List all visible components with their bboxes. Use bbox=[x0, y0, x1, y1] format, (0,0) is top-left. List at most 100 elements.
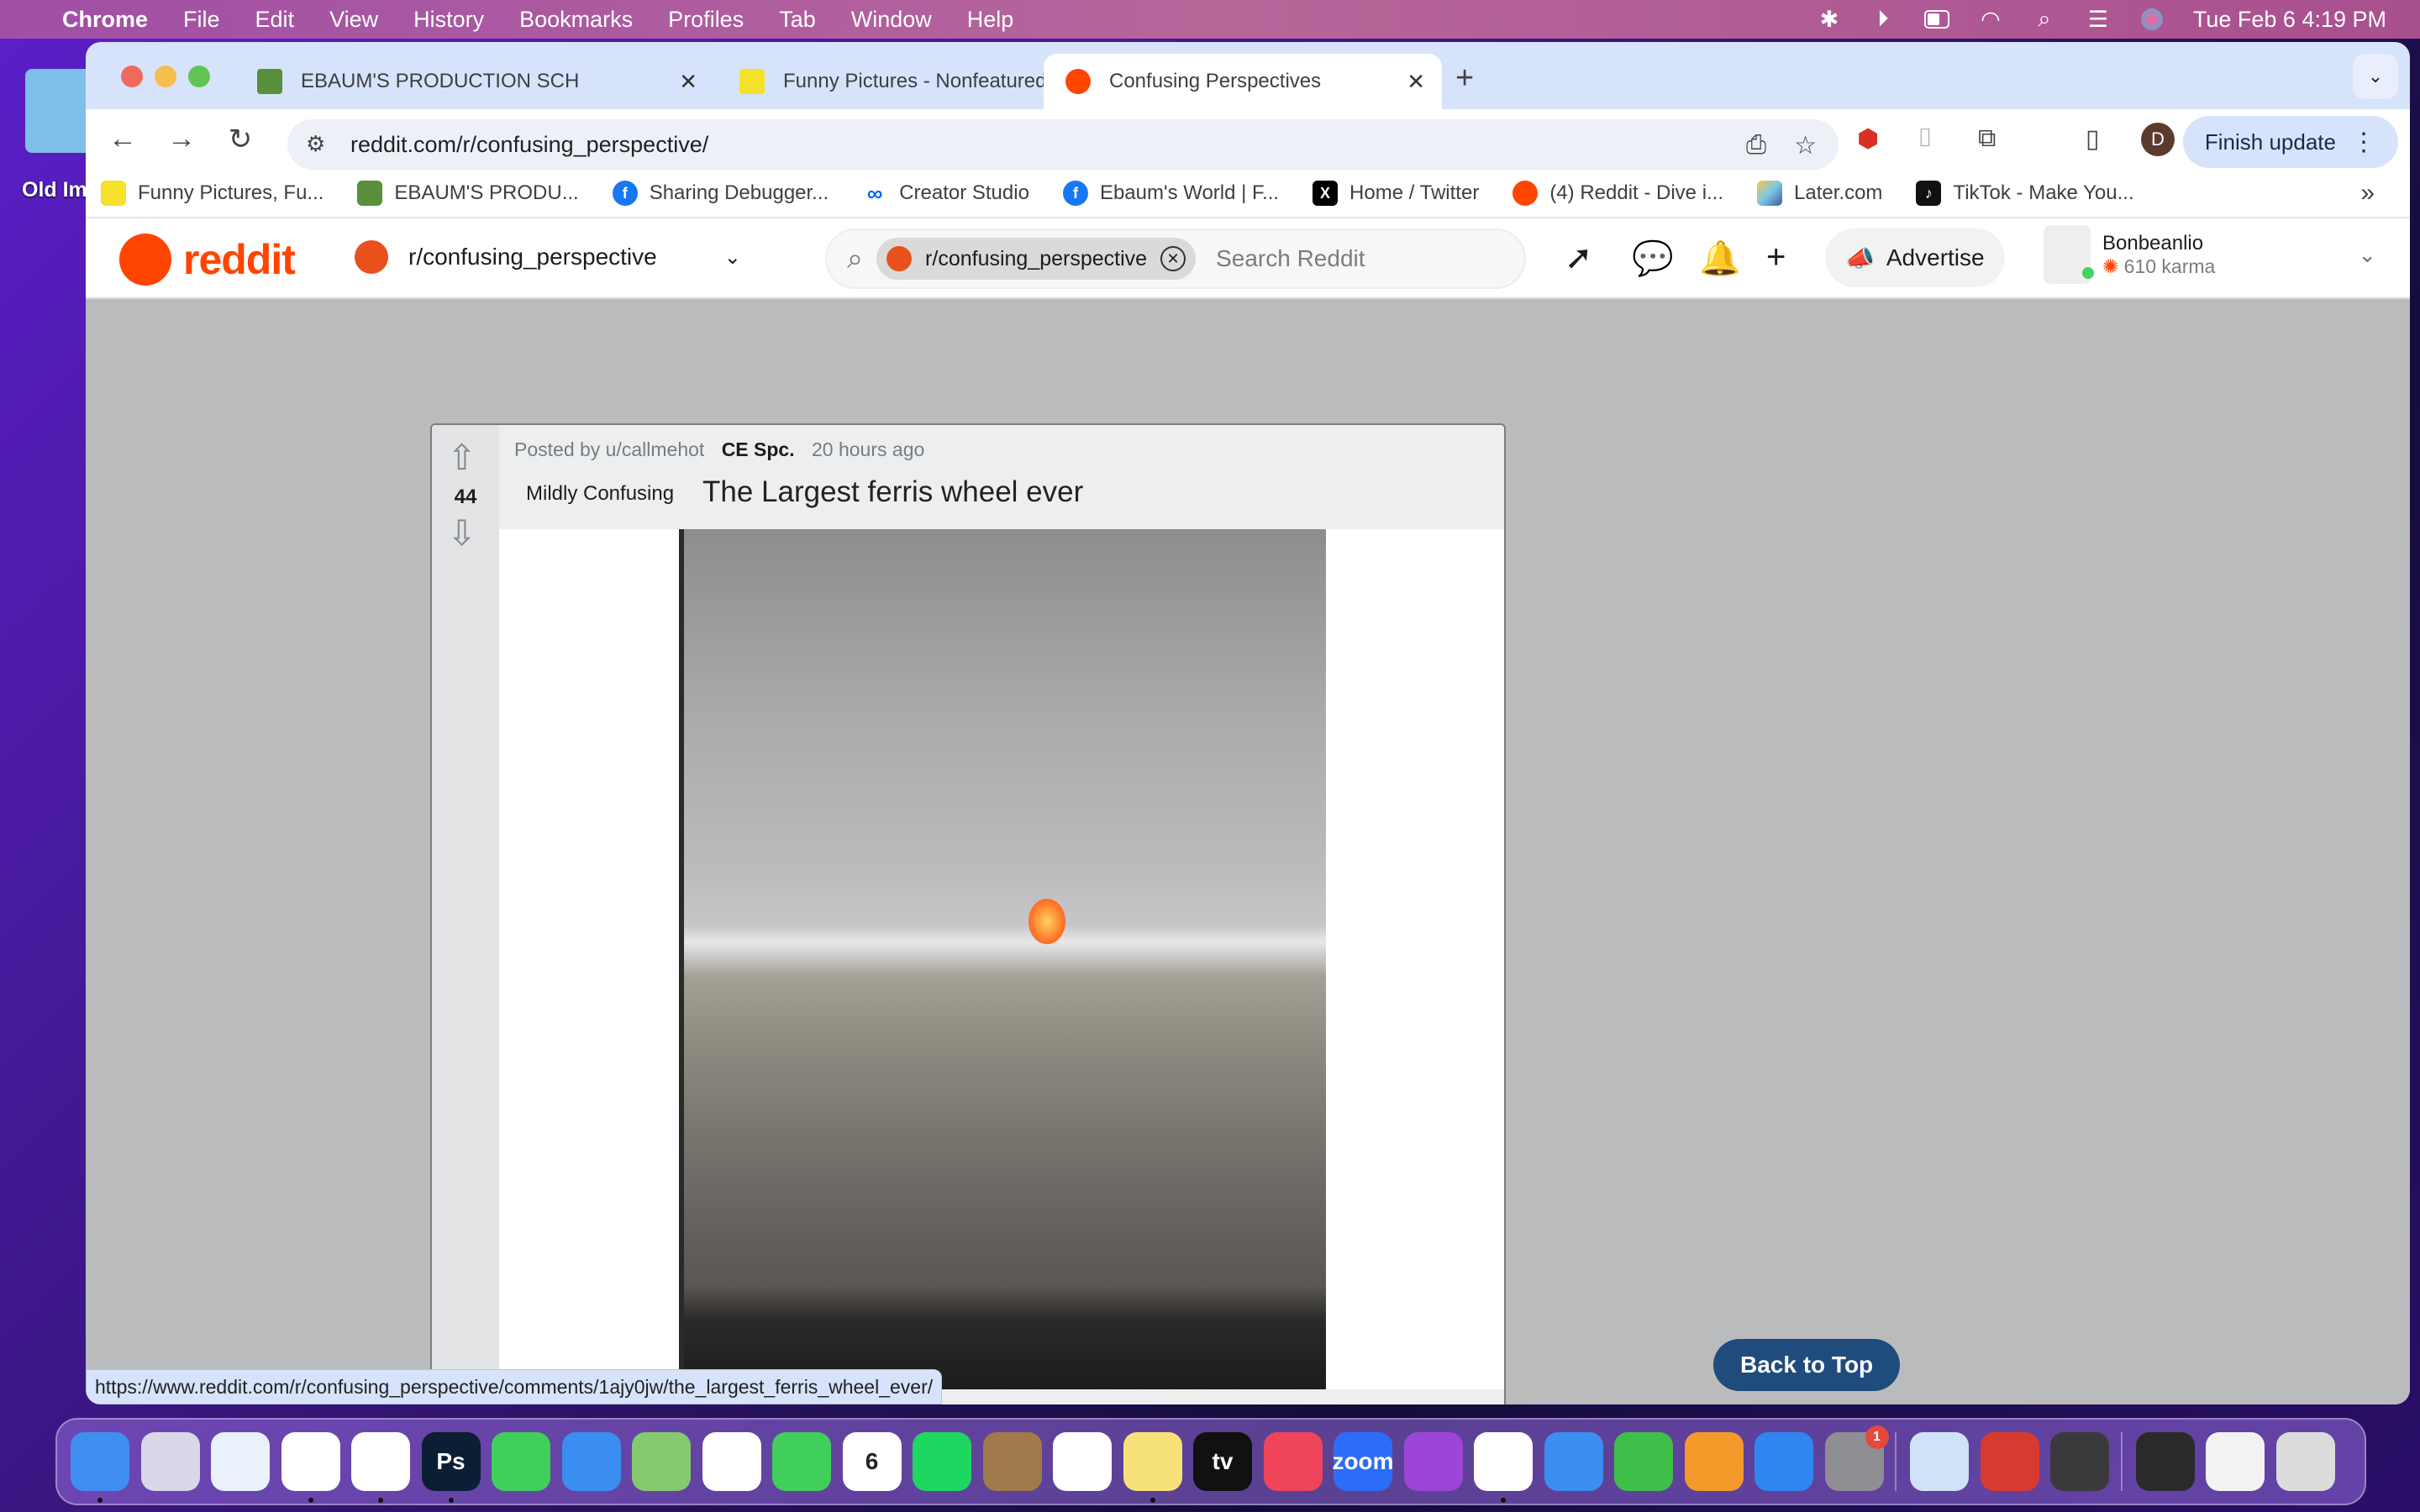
dock-calendar-icon[interactable]: 6 bbox=[842, 1432, 902, 1491]
dock-podcasts-icon[interactable] bbox=[1403, 1432, 1463, 1491]
dock-zoom-icon[interactable]: zoom bbox=[1332, 1432, 1394, 1491]
tab-confusing-perspectives[interactable]: Confusing Perspectives ✕ bbox=[1044, 54, 1442, 109]
bookmark-sharing-debugger[interactable]: f Sharing Debugger... bbox=[612, 181, 829, 206]
upvote-arrow-icon[interactable]: ⇧ bbox=[447, 437, 476, 478]
finish-update-button[interactable]: Finish update ⋮ bbox=[2182, 116, 2398, 168]
close-tab-icon[interactable]: ✕ bbox=[679, 69, 697, 95]
dock-photoshop-icon[interactable]: Ps bbox=[421, 1432, 481, 1503]
dock-maps-icon[interactable] bbox=[632, 1432, 691, 1491]
dock-finder-icon[interactable] bbox=[71, 1432, 129, 1503]
dock-numbers-icon[interactable] bbox=[1614, 1432, 1673, 1491]
dock-news-icon[interactable] bbox=[1474, 1432, 1533, 1503]
post-image[interactable] bbox=[679, 529, 1326, 1389]
tab-ebaums-production[interactable]: EBAUM'S PRODUCTION SCH ✕ bbox=[235, 54, 714, 109]
menu-window[interactable]: Window bbox=[851, 7, 932, 33]
extensions-puzzle-icon[interactable]: ⧉ bbox=[1978, 124, 1996, 153]
menu-app-name[interactable]: Chrome bbox=[62, 7, 148, 33]
dock-contacts-icon[interactable] bbox=[982, 1432, 1042, 1491]
bookmark-funny-pictures[interactable]: Funny Pictures, Fu... bbox=[101, 181, 324, 206]
dock-photo-booth-icon[interactable] bbox=[1980, 1432, 2039, 1491]
tab-search-chevron-icon[interactable]: ⌄ bbox=[2353, 54, 2398, 99]
camera-extension-icon[interactable]: ⌷ bbox=[1918, 124, 1933, 153]
dock-launchpad-icon[interactable] bbox=[140, 1432, 200, 1491]
bookmark-later[interactable]: Later.com bbox=[1757, 181, 1882, 206]
menu-file[interactable]: File bbox=[183, 7, 220, 33]
bookmark-ebaums-produ[interactable]: EBAUM'S PRODU... bbox=[357, 181, 579, 206]
clear-chip-icon[interactable]: ✕ bbox=[1160, 246, 1186, 271]
control-center-icon[interactable]: ☰ bbox=[2086, 7, 2111, 32]
dock-keynote-icon[interactable] bbox=[1544, 1432, 1603, 1491]
close-tab-icon[interactable]: ✕ bbox=[1407, 69, 1425, 95]
bookmark-twitter[interactable]: X Home / Twitter bbox=[1313, 181, 1479, 206]
post-media[interactable] bbox=[499, 529, 1504, 1389]
bookmark-tiktok[interactable]: ♪ TikTok - Make You... bbox=[1916, 181, 2134, 206]
posted-by[interactable]: Posted by u/callmehot bbox=[514, 438, 704, 460]
menu-edit[interactable]: Edit bbox=[255, 7, 295, 33]
address-url[interactable]: reddit.com/r/confusing_perspective/ bbox=[350, 132, 708, 158]
popular-arrow-icon[interactable]: ➚ bbox=[1565, 239, 1593, 277]
battery-icon[interactable] bbox=[1923, 7, 1949, 32]
dock-apple-tv-icon[interactable]: tv bbox=[1193, 1432, 1252, 1491]
bookmark-reddit[interactable]: (4) Reddit - Dive i... bbox=[1512, 181, 1723, 206]
dock-system-settings-icon[interactable]: 1 bbox=[1824, 1425, 1889, 1491]
zoom-window-button[interactable] bbox=[188, 66, 210, 87]
dock-trash-icon[interactable] bbox=[2275, 1432, 2335, 1491]
dock-photoshop-document-icon[interactable] bbox=[2135, 1432, 2195, 1491]
menu-profiles[interactable]: Profiles bbox=[668, 7, 744, 33]
user-menu[interactable]: Bonbeanlio ✺ 610 karma ⌄ bbox=[2044, 225, 2376, 284]
advertise-button[interactable]: 📣 Advertise bbox=[1825, 228, 2005, 287]
post-title[interactable]: The Largest ferris wheel ever bbox=[702, 475, 1083, 509]
community-selector[interactable]: r/confusing_perspective ⌄ bbox=[355, 240, 741, 274]
dock-spotify-icon[interactable] bbox=[913, 1432, 971, 1491]
dock-pages-icon[interactable] bbox=[1684, 1432, 1744, 1491]
chat-icon[interactable]: 💬 bbox=[1632, 239, 1674, 278]
dock-chrome-window-icon[interactable] bbox=[2206, 1432, 2265, 1491]
back-to-top-button[interactable]: Back to Top bbox=[1713, 1339, 1901, 1391]
menu-tab[interactable]: Tab bbox=[779, 7, 816, 33]
adblock-icon[interactable]: ⬢ bbox=[1857, 124, 1879, 154]
side-panel-icon[interactable]: ▯ bbox=[2086, 124, 2100, 154]
bookmark-ebaums-world[interactable]: f Ebaum's World | F... bbox=[1062, 181, 1279, 206]
create-post-plus-icon[interactable]: + bbox=[1766, 239, 1786, 276]
profile-avatar[interactable]: D bbox=[2141, 123, 2175, 156]
reddit-logo[interactable]: reddit bbox=[119, 234, 296, 286]
dock-photos-icon[interactable] bbox=[702, 1432, 761, 1491]
dock-messages-icon[interactable] bbox=[492, 1432, 550, 1491]
post-card[interactable]: ⇧ 44 ⇩ Posted by u/callmehot CE Spc. 20 … bbox=[430, 423, 1506, 1404]
post-flair[interactable]: Mildly Confusing bbox=[526, 482, 674, 506]
siri-icon[interactable] bbox=[2139, 7, 2165, 32]
more-bookmarks-chevron-icon[interactable]: » bbox=[2360, 179, 2375, 207]
dock-reminders-icon[interactable] bbox=[1053, 1432, 1112, 1491]
menu-view[interactable]: View bbox=[329, 7, 378, 33]
bookmark-star-icon[interactable]: ☆ bbox=[1794, 131, 1817, 160]
menu-help[interactable]: Help bbox=[967, 7, 1014, 33]
post-time[interactable]: 20 hours ago bbox=[812, 438, 924, 460]
clock[interactable]: Tue Feb 6 4:19 PM bbox=[2193, 7, 2386, 33]
menu-history[interactable]: History bbox=[413, 7, 484, 33]
search-community-chip[interactable]: r/confusing_perspective ✕ bbox=[876, 238, 1197, 280]
search-input[interactable]: Search Reddit bbox=[1216, 245, 1365, 272]
dock-notes-icon[interactable] bbox=[1123, 1432, 1182, 1503]
install-app-icon[interactable]: ⎙ bbox=[1746, 131, 1766, 160]
reload-icon[interactable]: ↻ bbox=[224, 123, 257, 156]
dock-facetime-icon[interactable] bbox=[772, 1432, 831, 1491]
dock-safari-icon[interactable] bbox=[211, 1432, 270, 1491]
wifi-icon[interactable]: ◠ bbox=[1978, 7, 2003, 32]
site-info-icon[interactable]: ⚙ bbox=[306, 131, 325, 157]
menu-bookmarks[interactable]: Bookmarks bbox=[519, 7, 633, 33]
dock-music-icon[interactable] bbox=[1263, 1432, 1323, 1491]
dock-chrome-icon[interactable] bbox=[281, 1432, 340, 1503]
dock-mail-icon[interactable] bbox=[561, 1432, 621, 1491]
kebab-menu-icon[interactable]: ⋮ bbox=[2351, 128, 2376, 157]
downvote-arrow-icon[interactable]: ⇩ bbox=[447, 512, 476, 554]
notifications-bell-icon[interactable]: 🔔 bbox=[1699, 239, 1741, 278]
minimize-window-button[interactable] bbox=[155, 66, 176, 87]
forward-arrow-icon[interactable]: → bbox=[165, 123, 198, 155]
reddit-search-bar[interactable]: ⌕ r/confusing_perspective ✕ Search Reddi… bbox=[825, 228, 1526, 289]
spotlight-search-icon[interactable]: ⌕ bbox=[2032, 6, 2057, 32]
dock-slack-icon[interactable] bbox=[351, 1432, 410, 1503]
new-tab-button[interactable]: + bbox=[1455, 60, 1474, 97]
back-arrow-icon[interactable]: ← bbox=[106, 123, 139, 155]
dock-calculator-icon[interactable] bbox=[2050, 1432, 2109, 1491]
bookmark-creator-studio[interactable]: ∞ Creator Studio bbox=[862, 181, 1029, 206]
